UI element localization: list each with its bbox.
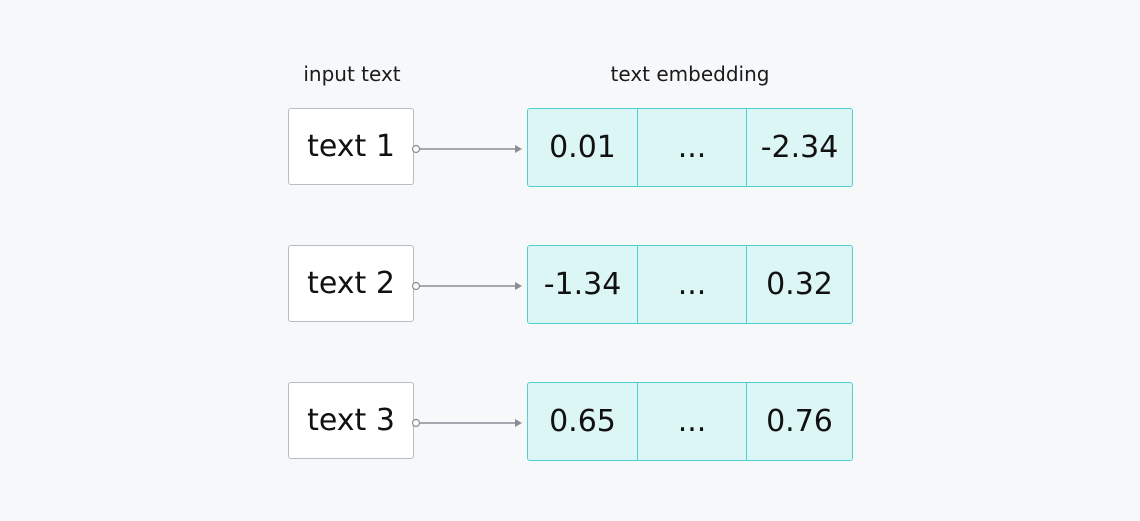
embedding-ellipsis: ... — [638, 246, 747, 323]
embedding-value: 0.65 — [528, 383, 638, 460]
input-text-box: text 1 — [288, 108, 414, 185]
embedding-ellipsis: ... — [638, 109, 747, 186]
input-text-header: input text — [303, 62, 401, 86]
arrow-connector — [411, 144, 522, 154]
embedding-value: 0.32 — [766, 267, 833, 302]
arrow-connector — [411, 281, 522, 291]
embedding-ellipsis: ... — [638, 383, 747, 460]
embedding-vector: 0.65 ... 0.76 — [527, 382, 853, 461]
embedding-vector: 0.01 ... -2.34 — [527, 108, 853, 187]
embedding-value: -1.34 — [528, 246, 638, 323]
embedding-value: 0.76 — [766, 404, 833, 439]
arrow-connector — [411, 418, 522, 428]
embedding-vector: -1.34 ... 0.32 — [527, 245, 853, 324]
input-text-box: text 3 — [288, 382, 414, 459]
embedding-value: 0.01 — [528, 109, 638, 186]
embedding-value: -2.34 — [760, 130, 839, 165]
input-text-box: text 2 — [288, 245, 414, 322]
text-embedding-header: text embedding — [610, 62, 770, 86]
